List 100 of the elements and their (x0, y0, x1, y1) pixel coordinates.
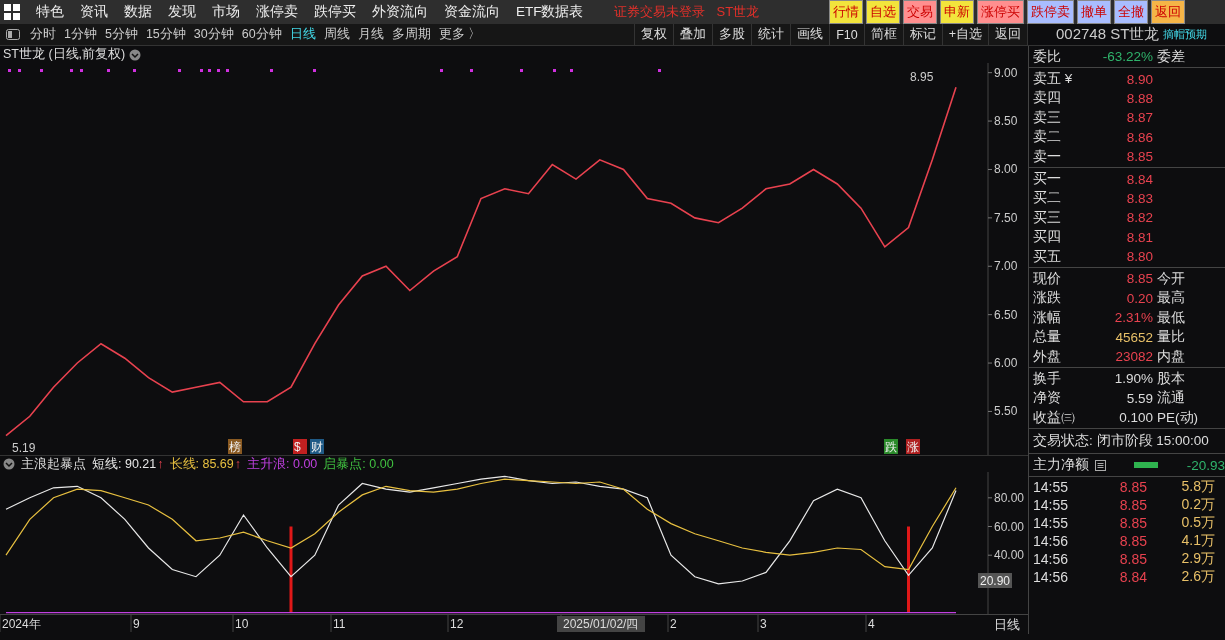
menu-item[interactable]: 特色 (28, 3, 72, 21)
tool-button[interactable]: 复权 (634, 24, 674, 45)
field-label: 外盘 (1033, 347, 1062, 366)
bid-price: 8.84 (1125, 171, 1153, 187)
ask-price: 8.88 (1125, 90, 1153, 106)
stock-code-title: 002748 ST世龙 (1056, 25, 1160, 44)
high-price-label: 8.95 (910, 70, 934, 85)
field-label: 主力净额 (1033, 456, 1089, 475)
menu-item[interactable]: 资金流向 (436, 3, 508, 21)
field-value: 1.90% (1113, 371, 1153, 387)
trade-price: 8.85 (1118, 533, 1147, 550)
axis-label: 8.50 (994, 114, 1018, 129)
stock-tag: 摘帽预期 (1163, 27, 1208, 42)
axis-label: 7.50 (994, 210, 1018, 225)
panel-toggle-icon[interactable] (6, 29, 20, 40)
period-tab[interactable]: 分时 (26, 26, 60, 43)
period-tab[interactable]: 多周期 (387, 26, 435, 43)
up-arrow: ↑ (234, 457, 241, 471)
trade-volume: 0.2万 (1180, 495, 1215, 514)
indicator-value: 主升浪: 0.00 (247, 455, 318, 473)
period-tab[interactable]: 30分钟 (189, 26, 238, 43)
indicator-value: 长线: 85.69 (169, 455, 234, 473)
stock-name: ST世龙 (716, 3, 760, 21)
field-label: 换手 (1033, 369, 1062, 388)
axis-label: 12 (450, 617, 464, 631)
event-tag[interactable]: 涨 (906, 439, 920, 454)
flow-bar (1134, 462, 1158, 469)
list-icon[interactable] (1095, 459, 1106, 471)
event-tag[interactable]: 财 (310, 439, 324, 454)
axis-label: 2025/01/02/四 (563, 617, 639, 631)
trade-price: 8.84 (1118, 569, 1147, 586)
period-tab[interactable]: 周线 (319, 26, 354, 43)
field-label: 量比 (1156, 328, 1186, 347)
menu-item[interactable]: 外资流向 (364, 3, 436, 21)
period-tab[interactable]: 日线 (285, 26, 320, 43)
event-tag[interactable]: 榜 (228, 439, 242, 454)
quick-button[interactable]: 行情 (829, 0, 863, 24)
trade-volume: 4.1万 (1180, 532, 1215, 551)
menu-item[interactable]: 资讯 (72, 3, 116, 21)
trade-price: 8.85 (1118, 551, 1147, 568)
axis-label: 6.50 (994, 307, 1018, 322)
field-label: 现价 (1033, 270, 1062, 288)
period-tab[interactable]: 15分钟 (141, 26, 190, 43)
axis-label: 2024年 (2, 617, 41, 631)
field-label: 买二 (1033, 189, 1062, 208)
axis-label: 80.00 (994, 490, 1025, 505)
dropdown-icon[interactable] (129, 48, 142, 61)
quick-button[interactable]: 申新 (940, 0, 974, 24)
event-tag[interactable]: 跌 (884, 439, 898, 454)
tool-button[interactable]: 简框 (863, 24, 903, 45)
period-tab[interactable]: 更多 〉 (434, 26, 486, 43)
axis-label: 60.00 (994, 519, 1025, 534)
current-value-label: 20.90 (978, 573, 1012, 588)
axis-label: 5.50 (994, 404, 1018, 419)
ask-price: 8.90 (1125, 71, 1153, 87)
bid-price: 8.82 (1125, 210, 1153, 226)
field-label: 卖五 ¥ (1033, 70, 1074, 89)
indicator-name: 主浪起暴点 (21, 455, 86, 473)
axis-label: 6.00 (994, 356, 1018, 371)
field-value: -63.22% (1101, 49, 1153, 65)
menu-item[interactable]: 涨停卖 (248, 3, 306, 21)
event-tag[interactable]: $ (293, 439, 307, 454)
period-tab[interactable]: 月线 (353, 26, 388, 43)
field-value: 5.59 (1125, 390, 1153, 406)
field-value: 0.100 (1118, 410, 1153, 426)
trade-price: 8.85 (1118, 514, 1147, 531)
trade-volume: 2.9万 (1180, 550, 1215, 569)
menu-item[interactable]: 发现 (160, 3, 204, 21)
menu-item[interactable]: 跌停买 (306, 3, 364, 21)
field-label: 买四 (1033, 228, 1062, 247)
tool-button[interactable]: F10 (829, 24, 864, 45)
tool-button[interactable]: 画线 (790, 24, 830, 45)
tool-button[interactable]: +自选 (941, 24, 988, 45)
tool-button[interactable]: 叠加 (673, 24, 713, 45)
tool-button[interactable]: 多股 (712, 24, 752, 45)
menu-item[interactable]: ETF数据表 (508, 3, 592, 21)
period-tab[interactable]: 1分钟 (60, 26, 101, 43)
period-tab[interactable]: 5分钟 (100, 26, 142, 43)
trading-status: 交易状态: 闭市阶段 15:00:00 (1033, 432, 1209, 451)
quick-button[interactable]: 自选 (866, 0, 900, 24)
tool-button[interactable]: 统计 (751, 24, 791, 45)
dropdown-icon[interactable] (3, 458, 15, 470)
trade-time: 14:55 (1033, 514, 1070, 531)
ask-price: 8.87 (1125, 110, 1153, 126)
grid-menu-icon[interactable] (4, 4, 20, 20)
trade-time: 14:55 (1033, 478, 1070, 495)
field-label: 委差 (1156, 47, 1186, 66)
bid-price: 8.83 (1125, 190, 1153, 206)
field-value: -20.93 (1186, 457, 1225, 473)
menu-item[interactable]: 市场 (204, 3, 248, 21)
field-label: 最低 (1156, 308, 1186, 327)
menu-item[interactable]: 数据 (116, 3, 160, 21)
field-label: 卖四 (1033, 89, 1062, 108)
tool-button[interactable]: 标记 (902, 24, 942, 45)
field-label: 卖三 (1033, 108, 1062, 127)
field-value: 0.20 (1125, 290, 1153, 306)
axis-label: 11 (333, 617, 346, 631)
field-label: 委比 (1033, 47, 1062, 66)
trade-time: 14:56 (1033, 569, 1070, 586)
period-tab[interactable]: 60分钟 (237, 26, 286, 43)
